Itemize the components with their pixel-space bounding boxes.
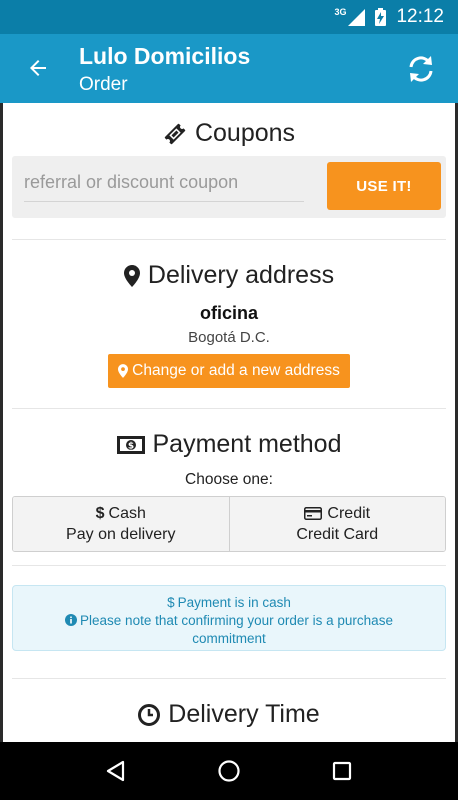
back-button[interactable] — [22, 52, 54, 84]
divider — [12, 565, 446, 566]
clock: 12:12 — [396, 6, 444, 27]
address-city: Bogotá D.C. — [188, 329, 270, 346]
map-marker-icon — [123, 264, 140, 287]
use-coupon-button[interactable]: USE IT! — [327, 162, 441, 210]
app-bar: Lulo Domicilios Order — [0, 34, 458, 103]
choose-label: Choose one: — [185, 471, 273, 488]
refresh-icon — [409, 56, 433, 82]
coupon-input[interactable] — [24, 164, 304, 202]
signal-indicator: 3G — [334, 7, 366, 26]
dollar-icon: $ — [95, 505, 105, 522]
payment-info-alert: $ Payment is in cash Please note that co… — [12, 585, 446, 651]
coupon-form: USE IT! — [12, 156, 446, 218]
dollar-icon: $ — [167, 595, 175, 610]
payment-option-credit[interactable]: Credit Credit Card — [228, 497, 445, 551]
payment-option-label: Cash — [108, 505, 146, 522]
delivery-heading: Delivery address — [3, 261, 455, 290]
refresh-button[interactable] — [404, 52, 438, 86]
network-type: 3G — [334, 7, 347, 17]
nav-back-button[interactable] — [92, 747, 140, 795]
order-content[interactable]: Coupons USE IT! Delivery address oficina… — [0, 103, 458, 742]
info-icon — [65, 614, 78, 626]
svg-text:$: $ — [127, 441, 133, 451]
screen-subtitle: Order — [79, 74, 128, 95]
payment-option-sub: Credit Card — [296, 526, 379, 543]
divider — [12, 678, 446, 679]
change-address-button[interactable]: Change or add a new address — [108, 354, 350, 388]
change-address-label: Change or add a new address — [132, 362, 340, 379]
signal-icon — [348, 8, 366, 26]
recents-square-icon — [332, 761, 351, 781]
divider — [12, 239, 446, 240]
payment-option-label: Credit — [327, 505, 371, 522]
status-bar: 3G 12:12 — [0, 0, 458, 34]
money-icon: $ — [116, 435, 145, 454]
credit-card-icon — [304, 507, 323, 520]
app-title: Lulo Domicilios — [79, 43, 251, 69]
payment-info-line1: Payment is in cash — [177, 595, 291, 610]
payment-options: $ Cash Pay on delivery Credit Credit Car… — [12, 496, 446, 552]
ticket-icon — [164, 123, 186, 144]
battery-icon — [375, 8, 387, 26]
nav-recents-button[interactable] — [318, 747, 366, 795]
delivery-time-heading: Delivery Time — [3, 700, 455, 729]
back-triangle-icon — [107, 760, 125, 782]
delivery-time-title: Delivery Time — [168, 700, 320, 728]
payment-title: Payment method — [152, 430, 342, 458]
arrow-left-icon — [30, 60, 46, 76]
home-circle-icon — [218, 760, 240, 782]
delivery-title: Delivery address — [147, 261, 335, 289]
map-marker-icon — [118, 364, 129, 378]
clock-icon — [138, 703, 161, 726]
app-bar-titles: Lulo Domicilios Order — [79, 42, 250, 98]
coupons-heading: Coupons — [3, 119, 455, 148]
payment-option-cash[interactable]: $ Cash Pay on delivery — [13, 497, 229, 551]
payment-heading: $ Payment method — [3, 430, 455, 459]
divider — [12, 408, 446, 409]
coupons-title: Coupons — [194, 119, 296, 147]
system-nav-bar — [0, 742, 458, 800]
nav-home-button[interactable] — [205, 747, 253, 795]
address-name: oficina — [199, 303, 258, 323]
payment-info-line2: Please note that confirming your order i… — [80, 613, 393, 646]
payment-option-sub: Pay on delivery — [66, 526, 176, 543]
